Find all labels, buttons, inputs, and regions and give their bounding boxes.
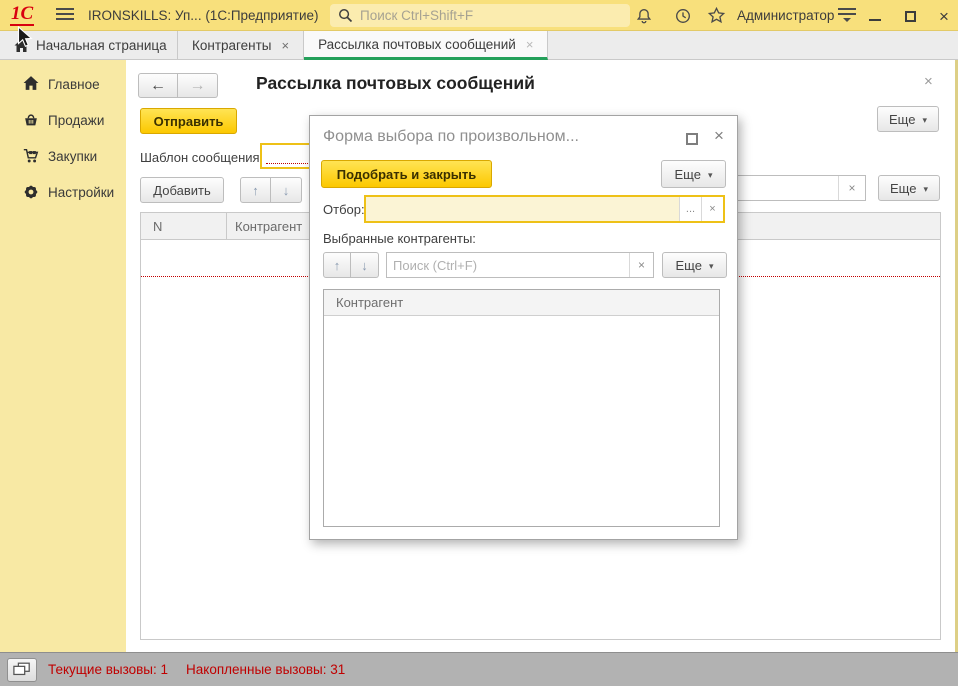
dialog-more-icon[interactable] [658,132,668,146]
tab-label: Начальная страница [36,38,167,53]
notifications-bell-icon[interactable] [631,3,657,28]
gear-icon [22,183,40,201]
more-button-label: Еще [676,258,702,273]
chevron-down-icon: ▾ [708,168,713,181]
tab-mailing[interactable]: Рассылка почтовых сообщений × [304,31,548,60]
minimize-button[interactable] [862,4,888,28]
history-icon[interactable] [670,3,696,28]
sidebar-item-label: Закупки [48,149,97,164]
form-close-icon[interactable]: × [924,73,933,90]
chevron-down-icon: ▾ [709,259,714,272]
tab-label: Рассылка почтовых сообщений [318,37,516,52]
move-down-button[interactable]: ↓ [351,252,379,278]
navigation-buttons: ← → [138,73,218,98]
move-up-button[interactable]: ↑ [323,252,351,278]
sidebar: Главное Продажи Закупки [0,60,126,652]
status-bar: Текущие вызовы: 1 Накопленные вызовы: 31 [0,652,958,686]
close-button[interactable]: × [931,4,957,28]
selected-counterparties-body[interactable] [324,316,719,526]
list-more-button[interactable]: Еще ▾ [878,175,940,201]
home-icon [22,75,40,92]
dialog-search-input[interactable] [387,253,629,277]
add-button[interactable]: Добавить [140,177,224,203]
window-title: IRONSKILLS: Уп... (1С:Предприятие) [88,8,319,23]
titlebar: 1С IRONSKILLS: Уп... (1С:Предприятие) По… [0,0,958,31]
1c-logo: 1С [10,4,34,26]
clear-filter-icon[interactable]: × [701,197,723,221]
dialog-search: × [386,252,654,278]
form-more-icon[interactable] [903,78,913,92]
column-header-counterparty[interactable]: Контрагент [324,290,719,316]
favorites-star-icon[interactable] [703,3,729,28]
search-icon [338,8,353,23]
sidebar-item-label: Продажи [48,113,104,128]
calls-monitor-icon [13,662,31,677]
global-search-input[interactable]: Поиск Ctrl+Shift+F [330,4,630,27]
sidebar-item-sales[interactable]: Продажи [0,102,126,138]
choose-ellipsis-button[interactable]: ... [679,197,701,221]
more-button-label: Еще [675,167,701,182]
basket-icon [22,111,40,129]
column-header-n[interactable]: N [141,213,227,239]
performance-indicator-button[interactable] [7,658,37,682]
cart-icon [22,147,40,165]
dialog-more-button[interactable]: Еще ▾ [661,160,726,188]
send-button[interactable]: Отправить [140,108,237,134]
chevron-down-icon: ▾ [922,113,927,126]
clear-search-icon[interactable]: × [629,253,653,277]
tab-label: Контрагенты [192,38,272,53]
more-button-label: Еще [890,181,916,196]
chevron-down-icon: ▾ [923,182,928,195]
back-button[interactable]: ← [138,73,178,98]
main-menu-icon[interactable] [56,8,74,22]
accumulated-calls-text: Накопленные вызовы: 31 [186,662,345,677]
tab-bar: Начальная страница Контрагенты × Рассылк… [0,31,958,60]
sidebar-item-label: Настройки [48,185,114,200]
move-down-button[interactable]: ↓ [271,177,302,203]
dialog-close-icon[interactable]: × [714,126,724,146]
dialog-list-more-button[interactable]: Еще ▾ [662,252,727,278]
sidebar-item-purchases[interactable]: Закупки [0,138,126,174]
user-name: Администратор [737,8,834,23]
dialog-reorder-buttons: ↑ ↓ [323,252,379,278]
tab-home-page[interactable]: Начальная страница [0,31,178,60]
sidebar-item-label: Главное [48,77,100,92]
dialog-title: Форма выбора по произвольном... [323,128,653,146]
pick-and-close-button[interactable]: Подобрать и закрыть [321,160,492,188]
filter-input[interactable] [366,197,679,221]
reorder-buttons: ↑ ↓ [240,177,302,203]
selection-dialog: Форма выбора по произвольном... × Подобр… [309,115,738,540]
sidebar-item-settings[interactable]: Настройки [0,174,126,210]
dialog-maximize-icon[interactable] [686,133,698,145]
selected-counterparties-table: Контрагент [323,289,720,527]
clear-search-icon[interactable]: × [838,176,865,200]
forward-button[interactable]: → [178,73,218,98]
tab-close-icon[interactable]: × [526,37,534,52]
filter-field: ... × [364,195,725,223]
filter-label: Отбор: [323,202,365,217]
tools-menu-icon[interactable] [838,8,858,24]
home-icon [13,38,30,54]
form-more-button[interactable]: Еще ▾ [877,106,939,132]
more-button-label: Еще [889,112,915,127]
tab-counterparties[interactable]: Контрагенты × [178,31,304,60]
selected-counterparties-label: Выбранные контрагенты: [323,231,476,246]
move-up-button[interactable]: ↑ [240,177,271,203]
global-search-placeholder: Поиск Ctrl+Shift+F [360,8,473,23]
current-calls-text: Текущие вызовы: 1 [48,662,168,677]
tab-close-icon[interactable]: × [282,38,290,53]
app-window: 1С IRONSKILLS: Уп... (1С:Предприятие) По… [0,0,958,686]
page-title: Рассылка почтовых сообщений [256,73,535,94]
maximize-button[interactable] [897,4,923,28]
sidebar-item-main[interactable]: Главное [0,66,126,102]
template-label: Шаблон сообщения: [140,150,263,165]
